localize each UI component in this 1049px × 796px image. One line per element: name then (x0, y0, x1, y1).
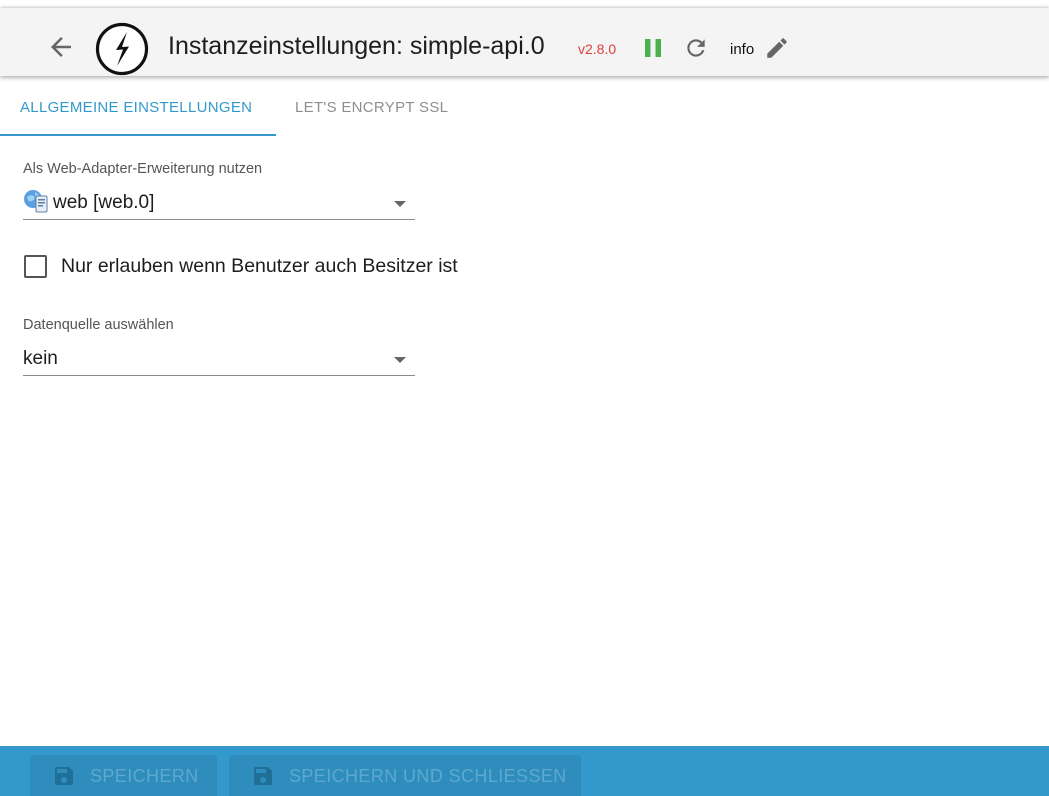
save-and-close-button[interactable]: SPEICHERN UND SCHLIESSEN (229, 755, 581, 796)
chevron-down-icon (394, 357, 406, 363)
instance-header: Instanzeinstellungen: simple-api.0 v2.8.… (0, 8, 1049, 76)
edit-button[interactable] (764, 35, 790, 61)
arrow-left-icon (51, 37, 71, 57)
owner-only-checkbox[interactable] (24, 255, 47, 278)
reload-icon (687, 39, 705, 57)
save-button-label: SPEICHERN (90, 766, 199, 786)
version-badge: v2.8.0 (578, 41, 617, 57)
data-source-label: Datenquelle auswählen (23, 317, 174, 333)
web-adapter-label: Als Web-Adapter-Erweiterung nutzen (23, 161, 263, 177)
chevron-down-icon (394, 201, 406, 207)
window-top-edge (0, 0, 1049, 8)
pencil-icon (767, 38, 787, 58)
web-adapter-select[interactable]: web [web.0] (23, 185, 415, 220)
tab-lets-encrypt-ssl[interactable]: LET'S ENCRYPT SSL (295, 99, 448, 116)
pause-icon (645, 39, 661, 57)
data-source-select[interactable]: kein (23, 341, 415, 376)
save-button[interactable]: SPEICHERN (30, 755, 217, 796)
lightning-bolt-circle-logo (95, 22, 149, 76)
footer-bar: SPEICHERN SPEICHERN UND SCHLIESSEN (0, 746, 1049, 796)
save-and-close-button-label: SPEICHERN UND SCHLIESSEN (289, 766, 567, 786)
settings-tabs: ALLGEMEINE EINSTELLUNGEN LET'S ENCRYPT S… (0, 80, 1049, 137)
web-adapter-value: web [web.0] (53, 192, 155, 213)
info-link[interactable]: info (730, 41, 754, 58)
floppy-disk-icon (55, 767, 73, 785)
pause-button[interactable] (643, 36, 665, 60)
web-adapter-icon (24, 190, 48, 213)
tab-general-settings[interactable]: ALLGEMEINE EINSTELLUNGEN (20, 99, 252, 116)
reload-button[interactable] (683, 35, 709, 61)
adapter-logo (94, 22, 150, 76)
owner-only-label: Nur erlauben wenn Benutzer auch Besitzer… (61, 255, 458, 277)
floppy-disk-icon (254, 767, 272, 785)
data-source-value: kein (23, 348, 58, 369)
page-title: Instanzeinstellungen: simple-api.0 (168, 32, 545, 60)
back-button[interactable] (46, 32, 76, 62)
active-tab-indicator (0, 134, 276, 136)
